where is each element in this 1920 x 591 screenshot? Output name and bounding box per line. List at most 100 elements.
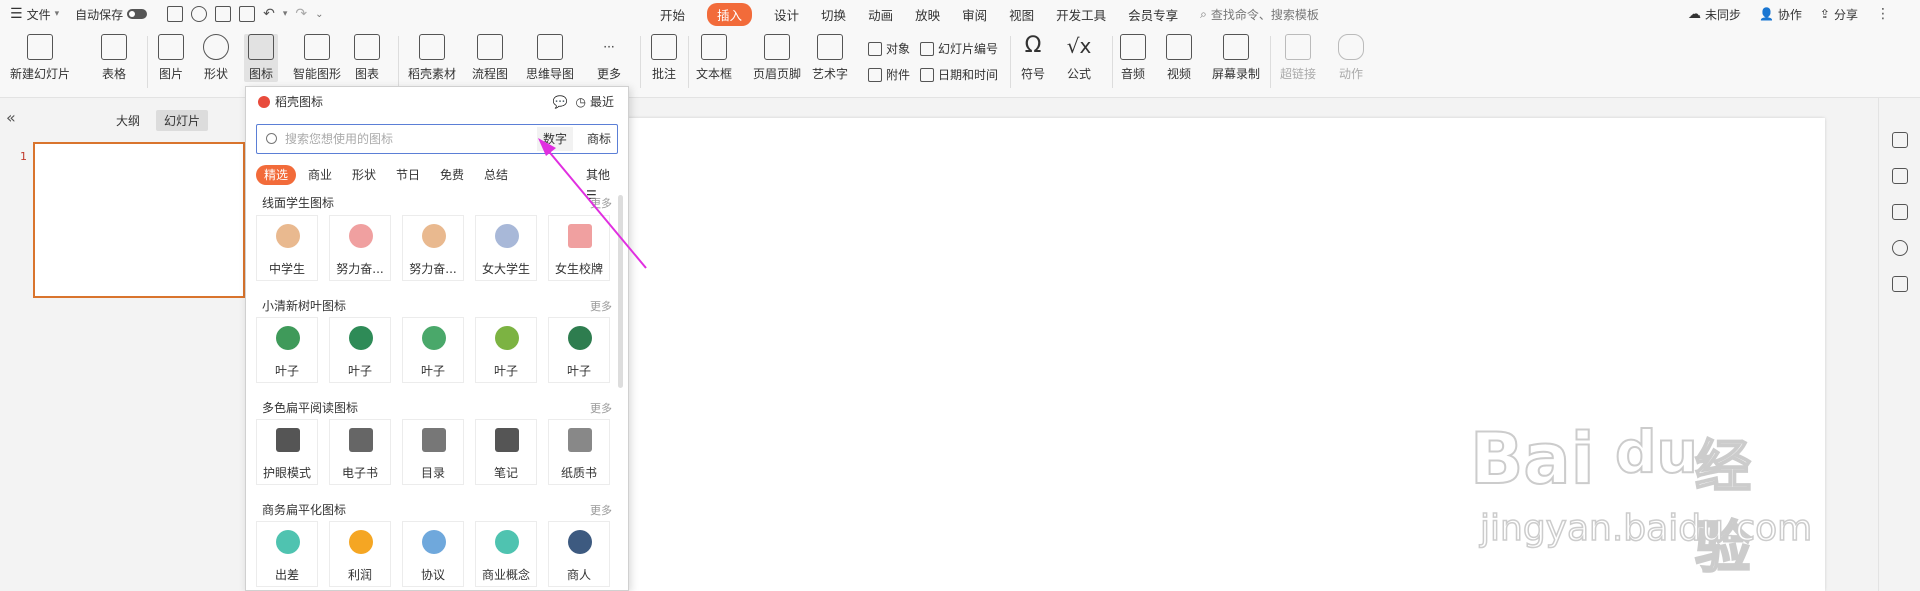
section-more-link[interactable]: 更多 <box>590 502 612 518</box>
slide-number-button[interactable]: 幻灯片编号 <box>920 40 998 57</box>
chip-free[interactable]: 免费 <box>440 165 464 185</box>
speaker-icon <box>1120 34 1146 60</box>
brand-filter-button[interactable]: 商标 <box>581 127 617 151</box>
redo-icon[interactable]: ↷ <box>295 6 307 22</box>
quick-access-bar: ☰ 文件 ▾ 自动保存 ↶ ▾ ↷ ⌄ <box>10 0 324 28</box>
more-button[interactable]: ··· 更多 <box>596 34 622 82</box>
sync-status[interactable]: ☁ 未同步 <box>1688 6 1741 23</box>
save-icon[interactable] <box>167 6 184 22</box>
inbox-icon[interactable] <box>1892 276 1908 292</box>
more-menu-icon[interactable]: ⋮ <box>1876 6 1890 22</box>
icon-item[interactable]: 纸质书 <box>548 419 610 485</box>
icon-search-input[interactable] <box>285 130 535 148</box>
header-footer-button[interactable]: 页眉页脚 <box>753 34 801 82</box>
hyperlink-button[interactable]: 超链接 <box>1280 34 1316 82</box>
tab-member[interactable]: 会员专享 <box>1128 3 1178 26</box>
icon-item[interactable]: 叶子 <box>256 317 318 383</box>
settings-icon[interactable] <box>1892 132 1908 148</box>
section-more-link[interactable]: 更多 <box>590 400 612 416</box>
icon-item[interactable]: 电子书 <box>329 419 391 485</box>
new-slide-button[interactable]: 新建幻灯片 <box>10 34 70 82</box>
symbol-button[interactable]: Ω 符号 <box>1020 34 1046 82</box>
comment-panel-icon[interactable] <box>1892 204 1908 220</box>
section-more-link[interactable]: 更多 <box>590 195 612 211</box>
mindmap-button[interactable]: 思维导图 <box>526 34 574 82</box>
popup-scrollbar[interactable] <box>618 195 623 388</box>
screen-record-button[interactable]: 屏幕录制 <box>1212 34 1260 82</box>
tab-view[interactable]: 视图 <box>1009 3 1034 26</box>
chip-shape[interactable]: 形状 <box>352 165 376 185</box>
section-more-link[interactable]: 更多 <box>590 298 612 314</box>
video-button[interactable]: 视频 <box>1166 34 1192 82</box>
icon-item[interactable]: 笔记 <box>475 419 537 485</box>
feedback-icon[interactable]: 💬 <box>553 95 568 109</box>
format-painter-icon[interactable] <box>191 6 208 22</box>
icon-item[interactable]: 商业概念 <box>475 521 537 587</box>
tab-insert[interactable]: 插入 <box>707 2 753 26</box>
autosave-toggle[interactable]: 自动保存 <box>75 6 148 23</box>
shape-button[interactable]: 形状 <box>203 34 229 82</box>
chevron-down-icon[interactable]: ▾ <box>283 9 288 19</box>
icon-item[interactable]: 出差 <box>256 521 318 587</box>
autosave-label: 自动保存 <box>75 7 124 22</box>
icon-item[interactable]: 目录 <box>402 419 464 485</box>
icon-item[interactable]: 女大学生 <box>475 215 537 281</box>
icon-item[interactable]: 女生校牌 <box>548 215 610 281</box>
icon-item[interactable]: 努力奋... <box>402 215 464 281</box>
icon-item[interactable]: 中学生 <box>256 215 318 281</box>
chip-holiday[interactable]: 节日 <box>396 165 420 185</box>
material-button[interactable]: 稻壳素材 <box>408 34 456 82</box>
table-button[interactable]: 表格 <box>101 34 127 82</box>
tab-transition[interactable]: 切换 <box>821 3 846 26</box>
icon-item[interactable]: 叶子 <box>548 317 610 383</box>
icon-item[interactable]: 叶子 <box>402 317 464 383</box>
textbox-button[interactable]: 文本框 <box>696 34 732 82</box>
collab-button[interactable]: 👤 协作 <box>1759 6 1802 23</box>
tab-outline[interactable]: 大纲 <box>108 110 148 131</box>
chip-featured[interactable]: 精选 <box>256 165 297 185</box>
slide-thumbnail[interactable] <box>33 142 245 298</box>
tab-review[interactable]: 审阅 <box>962 3 987 26</box>
tab-design[interactable]: 设计 <box>774 3 799 26</box>
other-categories-button[interactable]: 其他 ☰ <box>586 165 618 202</box>
icon-button[interactable]: 图标 <box>244 34 278 82</box>
tab-animation[interactable]: 动画 <box>868 3 893 26</box>
tab-home[interactable]: 开始 <box>660 3 685 26</box>
smartart-button[interactable]: 智能图形 <box>293 34 341 82</box>
tab-slideshow[interactable]: 放映 <box>915 3 940 26</box>
flowchart-button[interactable]: 流程图 <box>472 34 508 82</box>
audio-button[interactable]: 音频 <box>1120 34 1146 82</box>
collapse-icon[interactable]: « <box>6 108 16 127</box>
icon-item[interactable]: 护眼模式 <box>256 419 318 485</box>
help-icon[interactable] <box>1892 240 1908 256</box>
tab-slides[interactable]: 幻灯片 <box>156 110 209 131</box>
tab-developer[interactable]: 开发工具 <box>1056 3 1106 26</box>
print-preview-icon[interactable] <box>239 6 256 22</box>
pin-icon[interactable] <box>1892 168 1908 184</box>
chip-summary[interactable]: 总结 <box>484 165 508 185</box>
chart-button[interactable]: 图表 <box>354 34 380 82</box>
image-button[interactable]: 图片 <box>158 34 184 82</box>
share-button[interactable]: ⇪ 分享 <box>1820 6 1858 23</box>
file-menu[interactable]: ☰ 文件 ▾ <box>10 6 59 23</box>
recent-button[interactable]: ◷ 最近 <box>576 93 615 110</box>
attachment-button[interactable]: 附件 <box>868 66 910 83</box>
icon-item[interactable]: 叶子 <box>329 317 391 383</box>
print-icon[interactable] <box>215 6 232 22</box>
icon-item[interactable]: 利润 <box>329 521 391 587</box>
icon-item[interactable]: 协议 <box>402 521 464 587</box>
icon-item[interactable]: 努力奋... <box>329 215 391 281</box>
comment-button[interactable]: 批注 <box>651 34 677 82</box>
object-button[interactable]: 对象 <box>868 40 910 57</box>
customize-icon[interactable]: ⌄ <box>315 9 323 20</box>
formula-button[interactable]: √x 公式 <box>1066 34 1092 82</box>
number-filter-button[interactable]: 数字 <box>537 127 574 151</box>
undo-icon[interactable]: ↶ <box>263 6 275 22</box>
wordart-button[interactable]: 艺术字 <box>812 34 848 82</box>
datetime-button[interactable]: 日期和时间 <box>920 66 998 83</box>
command-search[interactable]: ⌕ 查找命令、搜索模板 <box>1200 6 1319 23</box>
chip-business[interactable]: 商业 <box>308 165 332 185</box>
icon-item[interactable]: 商人 <box>548 521 610 587</box>
action-button[interactable]: 动作 <box>1338 34 1364 82</box>
icon-item[interactable]: 叶子 <box>475 317 537 383</box>
